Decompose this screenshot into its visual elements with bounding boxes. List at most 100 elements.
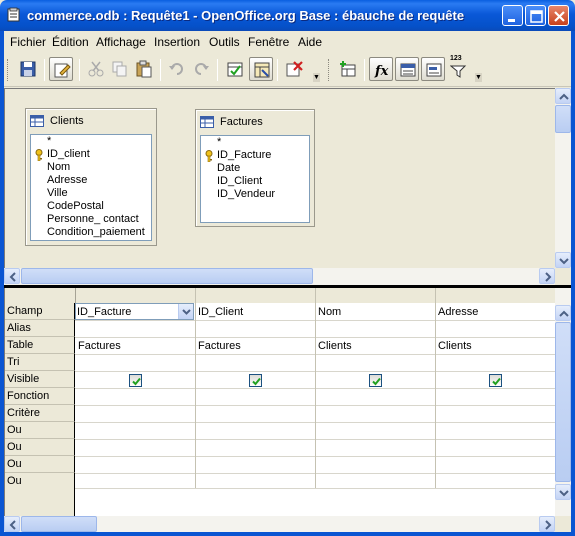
copy-icon[interactable]	[108, 57, 132, 81]
design-area-horizontal-scrollbar[interactable]	[4, 268, 555, 285]
row-header-table[interactable]: Table	[5, 337, 75, 354]
field-cell-column-2[interactable]: ID_Client	[198, 306, 243, 318]
visible-checkbox-column-3[interactable]	[369, 374, 382, 387]
scroll-thumb[interactable]	[21, 516, 97, 532]
table-window-clients[interactable]: Clients * ID_client Nom Adresse Ville Co…	[25, 108, 157, 246]
table-design-area[interactable]: Clients * ID_client Nom Adresse Ville Co…	[4, 88, 555, 268]
field-item[interactable]: Condition_paiement	[47, 226, 145, 238]
visible-checkbox-column-2[interactable]	[249, 374, 262, 387]
row-header-ou[interactable]: Ou	[5, 456, 75, 473]
alias-icon[interactable]	[421, 57, 445, 81]
menu-affichage[interactable]: Affichage	[96, 35, 146, 49]
row-header-critere[interactable]: Critère	[5, 405, 75, 422]
save-icon[interactable]	[16, 57, 40, 81]
row-label: Ou	[7, 458, 22, 470]
field-combo-column-1[interactable]: ID_Facture	[75, 303, 194, 320]
scroll-up-button[interactable]	[555, 88, 571, 104]
edit-mode-icon[interactable]	[49, 57, 73, 81]
window-frame-right	[571, 31, 575, 536]
scrollbar-corner	[555, 516, 571, 532]
menu-insertion[interactable]: Insertion	[154, 35, 200, 49]
scroll-thumb[interactable]	[555, 105, 571, 133]
field-list-factures[interactable]: * ID_Facture Date ID_Client ID_Vendeur	[200, 135, 310, 223]
table-window-factures[interactable]: Factures * ID_Facture Date ID_Client ID_…	[195, 109, 315, 227]
visible-checkbox-column-1[interactable]	[129, 374, 142, 387]
menu-fichier[interactable]: Fichier	[10, 35, 46, 49]
field-item[interactable]: ID_client	[47, 148, 90, 160]
maximize-button[interactable]	[525, 5, 546, 26]
menu-outils[interactable]: Outils	[209, 35, 240, 49]
grid-column-header-row	[5, 288, 556, 303]
design-area-vertical-scrollbar[interactable]	[555, 88, 571, 268]
toolbar-grip[interactable]	[328, 59, 331, 81]
scroll-right-button[interactable]	[539, 516, 555, 532]
menu-edition[interactable]: Édition	[52, 35, 89, 49]
menu-fenetre[interactable]: Fenêtre	[248, 35, 289, 49]
scrollbar-corner	[555, 268, 571, 285]
field-item[interactable]: ID_Facture	[217, 149, 271, 161]
distinct-values-icon[interactable]: 123	[447, 55, 471, 81]
scroll-left-button[interactable]	[4, 268, 20, 284]
field-item[interactable]: Date	[217, 162, 240, 174]
field-item[interactable]: Nom	[47, 161, 70, 173]
redo-icon[interactable]	[189, 57, 213, 81]
field-cell-column-4[interactable]: Adresse	[438, 306, 478, 318]
field-item[interactable]: Adresse	[47, 174, 87, 186]
row-header-tri[interactable]: Tri	[5, 354, 75, 371]
toolbar-overflow-button[interactable]: ▼	[475, 73, 482, 82]
grid-vertical-scrollbar[interactable]	[555, 288, 571, 516]
toolbar-overflow-button[interactable]: ▼	[313, 73, 320, 82]
field-item[interactable]: ID_Client	[217, 175, 262, 187]
scroll-down-button[interactable]	[555, 252, 571, 268]
field-cell-column-3[interactable]: Nom	[318, 306, 341, 318]
openoffice-app-icon[interactable]	[6, 7, 22, 23]
scroll-up-button[interactable]	[555, 305, 571, 321]
row-header-ou[interactable]: Ou	[5, 422, 75, 439]
query-design-grid[interactable]: Champ Alias Table Tri Visible Fonction C…	[4, 288, 556, 516]
field-item[interactable]: Personne_ contact	[47, 213, 139, 225]
table-icon	[30, 114, 44, 128]
menu-aide[interactable]: Aide	[298, 35, 322, 49]
scroll-thumb[interactable]	[21, 268, 313, 284]
paste-icon[interactable]	[132, 57, 156, 81]
table-name-icon[interactable]	[395, 57, 419, 81]
distinct-values-badge: 123	[450, 55, 462, 62]
table-cell-column-3[interactable]: Clients	[318, 340, 352, 352]
scroll-left-button[interactable]	[4, 516, 20, 532]
table-cell-column-1[interactable]: Factures	[78, 340, 121, 352]
undo-icon[interactable]	[165, 57, 189, 81]
title-bar[interactable]: commerce.odb : Requête1 - OpenOffice.org…	[0, 0, 575, 31]
grid-horizontal-scrollbar[interactable]	[4, 516, 555, 532]
scroll-thumb[interactable]	[555, 322, 571, 482]
field-item[interactable]: *	[217, 136, 221, 148]
field-item[interactable]: Ville	[47, 187, 68, 199]
clear-query-icon[interactable]	[283, 57, 307, 81]
row-header-visible[interactable]: Visible	[5, 371, 75, 388]
table-cell-column-2[interactable]: Factures	[198, 340, 241, 352]
row-header-ou[interactable]: Ou	[5, 439, 75, 456]
scroll-down-button[interactable]	[555, 484, 571, 500]
close-button[interactable]	[548, 5, 569, 26]
row-header-fonction[interactable]: Fonction	[5, 388, 75, 405]
chevron-down-icon[interactable]	[178, 304, 193, 319]
row-header-alias[interactable]: Alias	[5, 320, 75, 337]
toolbar-grip[interactable]	[7, 59, 10, 81]
table-icon	[200, 115, 214, 129]
field-list-clients[interactable]: * ID_client Nom Adresse Ville CodePostal…	[30, 134, 152, 241]
functions-icon[interactable]: fx	[369, 57, 393, 81]
field-item[interactable]: ID_Vendeur	[217, 188, 275, 200]
scroll-right-button[interactable]	[539, 268, 555, 284]
minimize-button[interactable]	[502, 5, 523, 26]
cut-icon[interactable]	[84, 57, 108, 81]
table-name-factures: Factures	[220, 116, 263, 128]
visible-checkbox-column-4[interactable]	[489, 374, 502, 387]
row-header-champ[interactable]: Champ	[5, 303, 75, 320]
table-cell-column-4[interactable]: Clients	[438, 340, 472, 352]
row-label: Tri	[7, 356, 20, 368]
field-item[interactable]: CodePostal	[47, 200, 104, 212]
window-frame-bottom	[0, 532, 575, 536]
design-view-icon[interactable]	[223, 57, 247, 81]
field-item[interactable]: *	[47, 135, 51, 147]
switch-design-view-icon[interactable]	[249, 57, 273, 81]
add-table-icon[interactable]	[336, 57, 360, 81]
